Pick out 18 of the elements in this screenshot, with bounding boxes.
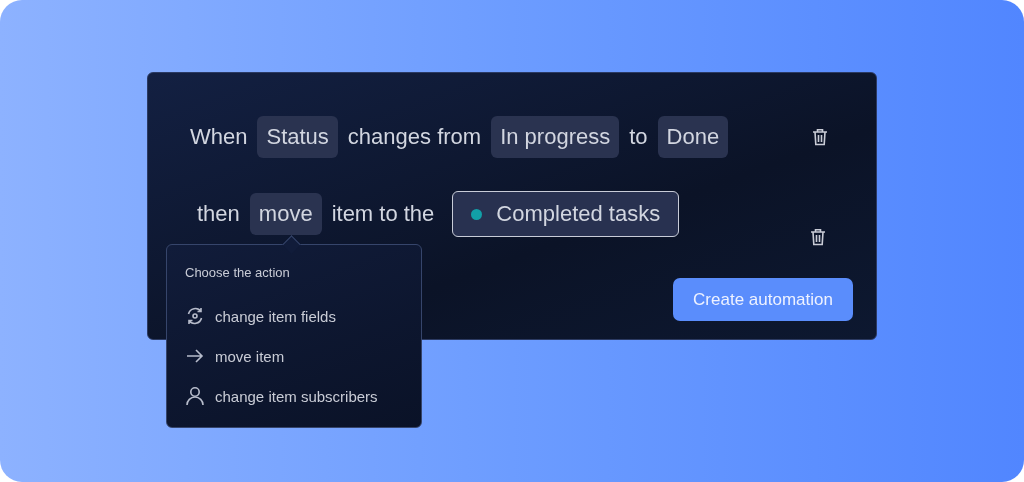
menu-title: Choose the action — [185, 265, 291, 280]
menu-item[interactable]: change item fields — [185, 296, 403, 336]
refresh-icon — [185, 306, 205, 326]
rule-text: item to the — [331, 201, 435, 227]
target-select[interactable]: Completed tasks — [452, 191, 680, 237]
menu-item[interactable]: change item subscribers — [185, 376, 403, 416]
rule-token[interactable]: move — [249, 193, 322, 235]
rule-token[interactable]: Status — [257, 116, 338, 158]
rule-token[interactable]: Done — [657, 116, 729, 158]
rule-text: When — [190, 124, 248, 150]
rule-text: then — [197, 201, 240, 227]
rule-token[interactable]: In progress — [491, 116, 620, 158]
rule-text: to — [629, 124, 648, 150]
rule-text: changes from — [347, 124, 482, 150]
trash-icon[interactable] — [810, 228, 826, 246]
trash-icon[interactable] — [812, 128, 828, 146]
menu-item[interactable]: move item — [185, 336, 403, 376]
user-icon — [185, 386, 205, 406]
